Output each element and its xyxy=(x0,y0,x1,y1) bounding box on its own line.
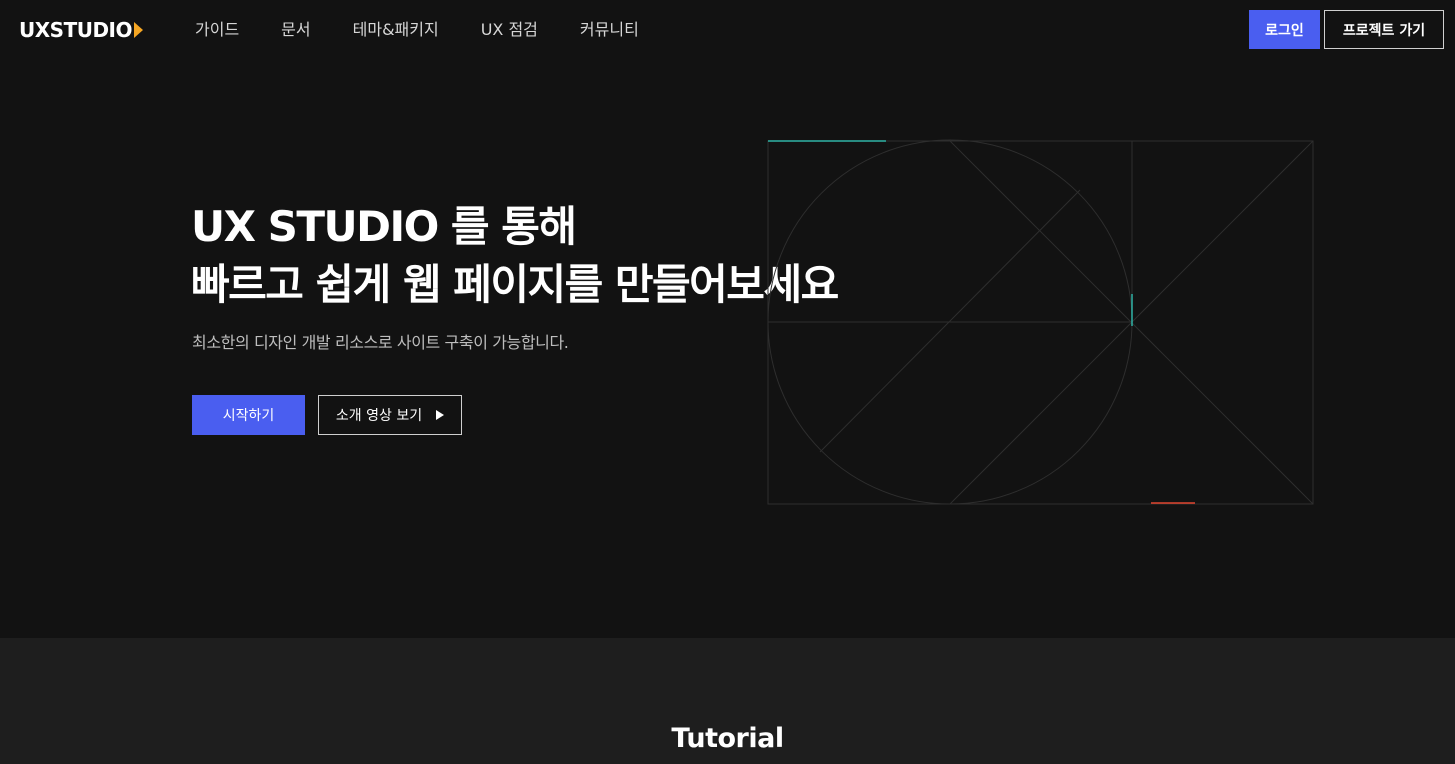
nav-item-docs[interactable]: 문서 xyxy=(281,19,310,41)
watch-intro-video-button[interactable]: 소개 영상 보기 xyxy=(318,395,462,435)
chevron-right-icon xyxy=(134,22,143,38)
nav-item-community[interactable]: 커뮤니티 xyxy=(580,19,639,41)
hero-title: UX STUDIO 를 통해 빠르고 쉽게 웹 페이지를 만들어보세요 xyxy=(191,198,839,314)
top-header: UXSTUDIO 가이드 문서 테마&패키지 UX 점검 커뮤니티 로그인 프로… xyxy=(0,0,1455,60)
logo-text: UXSTUDIO xyxy=(19,18,133,42)
main-nav: 가이드 문서 테마&패키지 UX 점검 커뮤니티 xyxy=(195,19,681,41)
tutorial-section: Tutorial xyxy=(0,638,1455,764)
start-button[interactable]: 시작하기 xyxy=(192,395,305,435)
hero-title-line-2: 빠르고 쉽게 웹 페이지를 만들어보세요 xyxy=(191,260,839,309)
nav-item-ux-check[interactable]: UX 점검 xyxy=(481,19,538,41)
landing-page: UXSTUDIO 가이드 문서 테마&패키지 UX 점검 커뮤니티 로그인 프로… xyxy=(0,0,1455,764)
logo[interactable]: UXSTUDIO xyxy=(19,19,143,41)
nav-item-themes-packages[interactable]: 테마&패키지 xyxy=(353,19,439,41)
nav-item-guide[interactable]: 가이드 xyxy=(195,19,239,41)
hero-geometric-graphic xyxy=(767,139,1314,505)
login-button[interactable]: 로그인 xyxy=(1249,10,1320,49)
go-to-project-button[interactable]: 프로젝트 가기 xyxy=(1324,10,1444,49)
play-icon xyxy=(436,410,445,420)
hero-subtitle: 최소한의 디자인 개발 리소스로 사이트 구축이 가능합니다. xyxy=(192,333,569,352)
tutorial-title: Tutorial xyxy=(671,723,784,754)
watch-intro-video-label: 소개 영상 보기 xyxy=(335,408,423,424)
hero-title-line-1: UX STUDIO 를 통해 xyxy=(191,202,577,251)
